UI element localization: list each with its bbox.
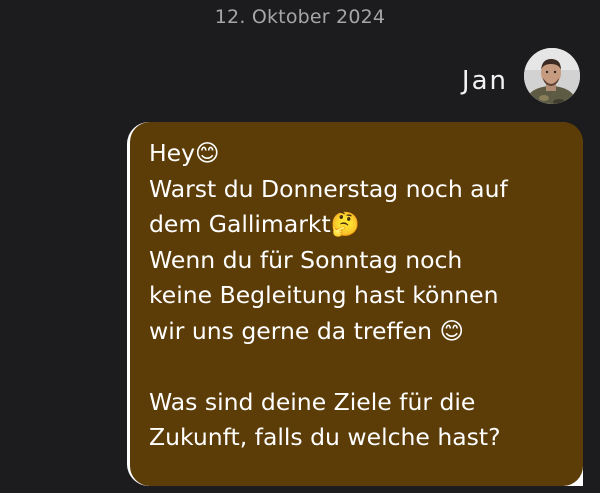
message-line: wir uns gerne da treffen 😊 <box>149 316 464 345</box>
message-line: Hey😊 <box>149 139 220 167</box>
message-line: keine Begleitung hast können <box>149 281 499 309</box>
avatar-photo-icon <box>524 48 580 104</box>
message-line: Was sind deine Ziele für die <box>149 387 476 416</box>
message-bubble-frame: Hey😊 Warst du Donnerstag noch auf dem Ga… <box>127 122 583 486</box>
avatar[interactable] <box>524 48 580 104</box>
message-line: Wenn du für Sonntag noch <box>149 245 463 274</box>
message-line: Warst du Donnerstag noch auf <box>149 174 508 203</box>
message-line: Zukunft, falls du welche hast? <box>149 423 501 451</box>
sender-name: Jan <box>461 66 508 96</box>
message-bubble[interactable]: Hey😊 Warst du Donnerstag noch auf dem Ga… <box>130 122 583 486</box>
date-separator: 12. Oktober 2024 <box>214 6 386 28</box>
message-line: dem Gallimarkt🤔 <box>149 210 360 238</box>
